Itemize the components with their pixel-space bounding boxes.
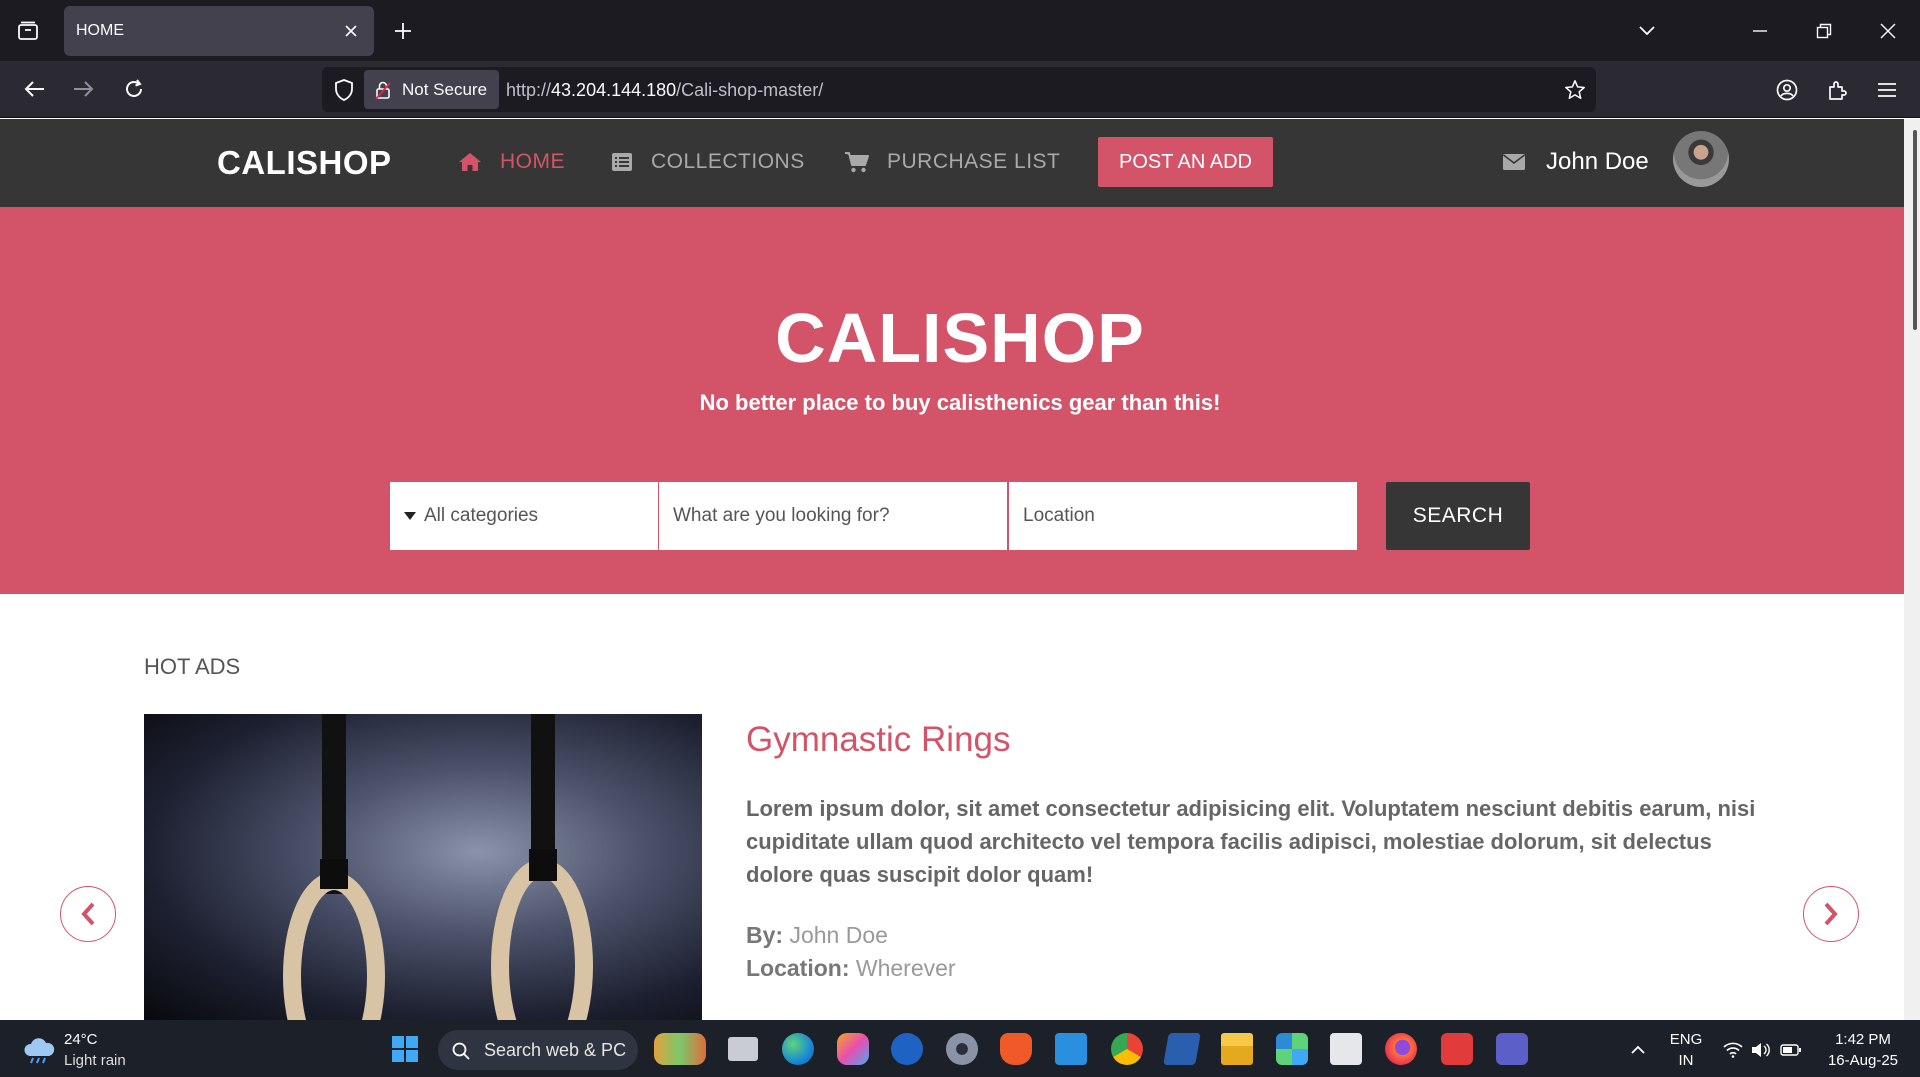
taskbar-search-label: Search web & PC	[484, 1040, 627, 1060]
taskbar-search-icon	[450, 1040, 472, 1062]
tray-chevron-up-icon[interactable]	[1628, 1040, 1648, 1060]
close-window-icon[interactable]	[1876, 20, 1900, 42]
wifi-icon[interactable]	[1722, 1040, 1744, 1060]
battery-icon[interactable]	[1779, 1040, 1803, 1060]
ad-location-value: Wherever	[855, 955, 956, 981]
ad-title[interactable]: Gymnastic Rings	[746, 720, 1011, 760]
insecure-lock-icon	[374, 79, 392, 101]
reload-icon[interactable]	[120, 76, 148, 102]
search-query-placeholder: What are you looking for?	[673, 505, 890, 526]
nav-purchase-list-link[interactable]: PURCHASE LIST	[887, 150, 1060, 174]
forward-arrow-icon[interactable]	[70, 77, 98, 101]
close-tab-icon[interactable]	[340, 20, 362, 42]
vscode-icon[interactable]	[1055, 1033, 1087, 1065]
user-avatar[interactable]	[1673, 131, 1729, 187]
shopping-cart-icon	[843, 150, 871, 174]
hero-subtitle: No better place to buy calisthenics gear…	[699, 390, 1221, 415]
browser-tab-home[interactable]: HOME	[64, 6, 374, 56]
nav-home-link[interactable]: HOME	[500, 150, 565, 174]
back-arrow-icon[interactable]	[20, 77, 48, 101]
ad-author-label: By:	[746, 922, 784, 948]
minimize-window-icon[interactable]	[1748, 20, 1772, 42]
settings-gear-icon[interactable]	[946, 1033, 978, 1065]
page-scrollbar[interactable]	[1904, 119, 1920, 1020]
account-icon[interactable]	[1774, 77, 1800, 103]
hot-ads-heading: HOT ADS	[144, 654, 241, 679]
menu-hamburger-icon[interactable]	[1874, 77, 1900, 103]
ad-author: By: John Doe	[746, 922, 888, 949]
ad-location: Location: Wherever	[746, 955, 956, 982]
ad-author-value: John Doe	[789, 922, 888, 948]
teams-t-icon[interactable]	[891, 1033, 923, 1065]
nav-collections-link[interactable]: COLLECTIONS	[651, 150, 805, 174]
screen-recorder-icon[interactable]	[1441, 1033, 1473, 1065]
url-prefix: http://	[506, 80, 552, 100]
copilot-icon[interactable]	[837, 1033, 869, 1065]
carousel-prev-button[interactable]	[60, 886, 116, 942]
clock-date[interactable]: 16-Aug-25	[1818, 1052, 1908, 1069]
ad-description: Lorem ipsum dolor, sit amet consectetur …	[746, 796, 1756, 887]
gymnastic-rings-image[interactable]	[144, 714, 702, 1020]
not-secure-label: Not Secure	[402, 80, 488, 99]
location-input[interactable]: Location	[1009, 482, 1357, 550]
envelope-icon[interactable]	[1501, 150, 1527, 174]
hero-title: CALISHOP	[775, 299, 1145, 377]
file-explorer-icon[interactable]	[1221, 1033, 1253, 1065]
tab-list-icon[interactable]	[14, 18, 42, 44]
search-query-input[interactable]: What are you looking for?	[659, 482, 1007, 550]
tab-title: HOME	[76, 22, 124, 39]
caret-down-icon	[404, 512, 416, 520]
url-host: 43.204.144.180	[551, 80, 677, 100]
user-name[interactable]: John Doe	[1546, 148, 1649, 176]
task-view-icon[interactable]	[728, 1037, 758, 1061]
tab-overflow-chevron-icon[interactable]	[1636, 20, 1658, 42]
category-select-value: All categories	[424, 505, 539, 526]
new-tab-icon[interactable]	[392, 20, 414, 42]
bookmark-star-icon[interactable]	[1562, 77, 1588, 103]
search-button[interactable]: SEARCH	[1386, 482, 1530, 550]
location-placeholder: Location	[1023, 505, 1095, 526]
teams-icon[interactable]	[1496, 1033, 1528, 1065]
page-scrollbar-thumb[interactable]	[1913, 130, 1917, 330]
chevron-left-icon	[80, 902, 96, 926]
site-brand-logo[interactable]: CALISHOP	[217, 144, 392, 182]
list-icon	[609, 150, 635, 174]
windows-start-icon[interactable]	[389, 1033, 421, 1065]
edge-browser-icon[interactable]	[782, 1033, 814, 1065]
url-text[interactable]: http://43.204.144.180/Cali-shop-master/	[506, 80, 823, 101]
app-grid-icon[interactable]	[1276, 1033, 1308, 1065]
extensions-icon[interactable]	[1824, 77, 1850, 103]
snipping-tool-icon[interactable]	[1330, 1033, 1362, 1065]
chrome-browser-icon[interactable]	[1111, 1033, 1143, 1065]
home-icon	[457, 150, 483, 174]
url-path: /Cali-shop-master/	[676, 80, 824, 100]
brave-browser-icon[interactable]	[1000, 1033, 1032, 1065]
chevron-right-icon	[1823, 902, 1839, 926]
volume-icon[interactable]	[1750, 1040, 1772, 1060]
not-secure-indicator[interactable]: Not Secure	[364, 70, 499, 109]
language-region[interactable]: IN	[1668, 1052, 1704, 1069]
ad-location-label: Location:	[746, 955, 850, 981]
language-code[interactable]: ENG	[1668, 1031, 1704, 1048]
clock-time[interactable]: 1:42 PM	[1818, 1031, 1908, 1048]
weather-temperature[interactable]: 24°C	[64, 1031, 98, 1048]
search-highlight-icon	[654, 1033, 706, 1065]
firefox-browser-icon[interactable]	[1385, 1033, 1417, 1065]
post-ad-button[interactable]: POST AN ADD	[1098, 137, 1273, 187]
carousel-next-button[interactable]	[1803, 886, 1859, 942]
powershell-icon[interactable]	[1163, 1033, 1201, 1065]
weather-description[interactable]: Light rain	[64, 1052, 126, 1069]
category-select[interactable]: All categories	[390, 482, 658, 550]
tracking-protection-shield-icon[interactable]	[332, 77, 356, 103]
restore-window-icon[interactable]	[1812, 20, 1836, 42]
weather-cloud-rain-icon[interactable]	[20, 1034, 58, 1066]
